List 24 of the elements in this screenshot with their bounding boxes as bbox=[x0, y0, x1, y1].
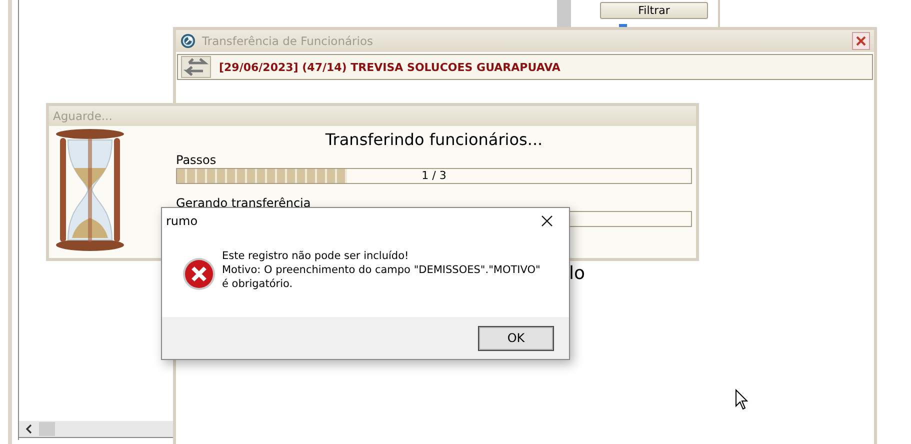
error-message: Este registro não pode ser incluído! bbox=[222, 249, 410, 263]
error-message: é obrigatório. bbox=[222, 277, 294, 291]
close-icon bbox=[856, 36, 866, 46]
progress-reading: 1 / 3 bbox=[420, 169, 448, 183]
mouse-cursor-icon bbox=[735, 389, 749, 411]
header-text: [29/06/2023] (47/14) TREVISA SOLUCOES GUARAPUAVA bbox=[219, 60, 560, 74]
progress-heading: Transferindo funcionários... bbox=[325, 130, 543, 149]
app-logo-icon bbox=[180, 33, 196, 49]
scroll-left-icon[interactable] bbox=[25, 424, 33, 434]
ok-button[interactable]: OK bbox=[479, 326, 553, 350]
close-icon bbox=[541, 215, 553, 227]
checkbox-edge bbox=[619, 24, 627, 27]
horizontal-scrollbar[interactable] bbox=[19, 421, 174, 438]
transfer-arrows-icon bbox=[181, 56, 211, 78]
step-label: Gerando transferência bbox=[176, 196, 312, 210]
error-icon bbox=[182, 257, 216, 291]
scroll-thumb[interactable] bbox=[39, 422, 55, 436]
window-title: Aguarde... bbox=[53, 109, 114, 123]
partial-text: lo bbox=[569, 263, 586, 284]
dialog-title: rumo bbox=[166, 214, 198, 228]
window-title: Transferência de Funcionários bbox=[202, 34, 374, 48]
step-label: Passos bbox=[176, 153, 218, 167]
filter-button[interactable]: Filtrar bbox=[600, 2, 708, 19]
error-message: Motivo: O preenchimento do campo "DEMISSOES"."MOTIVO" bbox=[222, 263, 540, 277]
